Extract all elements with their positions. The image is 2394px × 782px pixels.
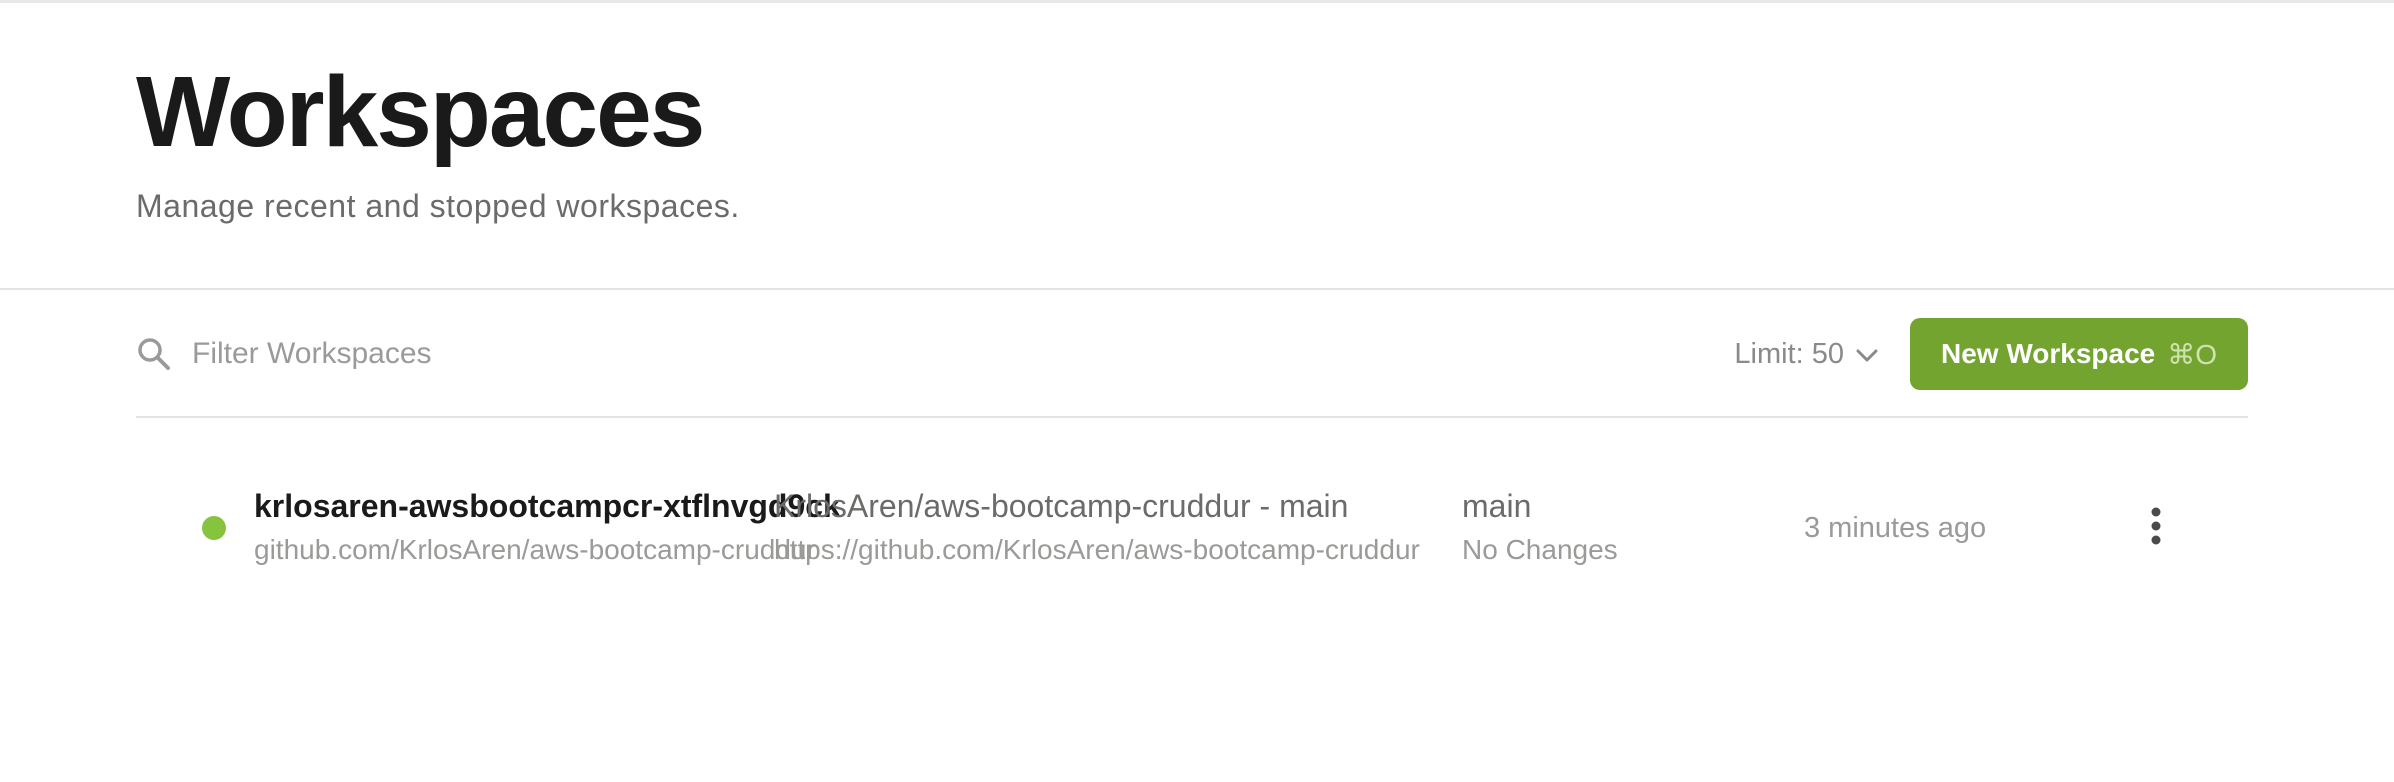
workspace-branch: main [1462,488,1532,524]
top-divider [0,0,2394,3]
workspace-context-url[interactable]: https://github.com/KrlosAren/aws-bootcam… [774,532,1582,568]
limit-select[interactable]: Limit: 50 [1734,332,1878,376]
page-title: Workspaces [136,56,705,168]
limit-label: Limit: 50 [1734,337,1844,370]
header-divider [0,288,2394,290]
more-vertical-icon [2150,507,2162,550]
workspace-last-active: 3 minutes ago [1804,512,1987,544]
chevron-down-icon [1856,338,1878,371]
new-workspace-shortcut: ⌘O [2167,338,2218,370]
workspace-more-button[interactable] [2136,498,2176,558]
workspace-row[interactable]: krlosaren-awsbootcampcr-xtflnvgd9ck gith… [136,470,2248,586]
new-workspace-button[interactable]: New Workspace ⌘O [1910,318,2248,390]
toolbar-divider [136,416,2248,418]
workspace-branch-column: main No Changes [1462,486,1762,568]
workspace-changes: No Changes [1462,534,1618,565]
page-header: Workspaces Manage recent and stopped wor… [136,60,740,225]
filter-workspaces-input[interactable] [192,330,992,378]
page-subtitle: Manage recent and stopped workspaces. [136,188,740,224]
workspace-context-title: KrlosAren/aws-bootcamp-cruddur - main [774,488,1349,524]
status-running-indicator [202,516,226,540]
workspace-context-column: KrlosAren/aws-bootcamp-cruddur - main ht… [774,486,1582,568]
workspace-toolbar: Limit: 50 New Workspace ⌘O [136,318,2248,390]
new-workspace-label: New Workspace [1940,338,2156,369]
search-icon [136,336,172,372]
